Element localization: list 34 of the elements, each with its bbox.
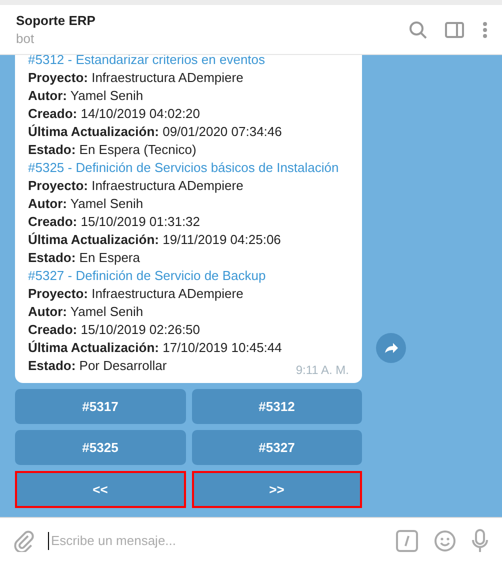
more-icon[interactable] [482,20,488,38]
keyboard-button[interactable]: #5317 [15,389,186,424]
ticket-field: Proyecto: Infraestructura ADempiere [28,69,244,87]
ticket-field: Autor: Yamel Senih [28,195,144,213]
keyboard-button[interactable]: >> [192,471,362,508]
search-icon[interactable] [409,20,427,38]
sidebar-toggle-icon[interactable] [445,22,464,38]
ticket-field: Estado: Por Desarrollar [28,357,167,375]
ticket-link[interactable]: #5327 - Definición de Servicio de Backup [28,267,349,285]
ticket-field: Proyecto: Infraestructura ADempiere [28,177,244,195]
ticket-field: Última Actualización: 17/10/2019 10:45:44 [28,339,282,357]
ticket-field: Estado: En Espera (Tecnico) [28,141,196,159]
ticket-field: Estado: En Espera [28,249,140,267]
ticket-field: Última Actualización: 19/11/2019 04:25:06 [28,231,281,249]
ticket-link[interactable]: #5325 - Definición de Servicios básicos de Instalación [28,159,349,177]
ticket-field: Creado: 15/10/2019 02:26:50 [28,321,200,339]
chat-subtitle: bot [16,31,36,46]
ticket-field: Creado: 15/10/2019 01:31:32 [28,213,200,231]
keyboard-button[interactable]: #5312 [192,389,362,424]
chat-title: Soporte ERP [16,13,96,28]
share-icon[interactable] [376,333,406,363]
keyboard-button[interactable]: << [15,471,186,508]
microphone-icon[interactable] [472,528,488,552]
message-time: 9:11 A. M. [296,362,349,379]
emoji-icon[interactable] [434,530,456,552]
keyboard-button[interactable]: #5327 [192,430,362,465]
ticket-field: Autor: Yamel Senih [28,303,144,321]
ticket-field: Última Actualización: 09/01/2020 07:34:46 [28,123,282,141]
ticket-field: Creado: 14/10/2019 04:02:20 [28,105,200,123]
attach-icon[interactable] [14,530,34,552]
command-icon[interactable] [396,530,418,552]
keyboard-button[interactable]: #5325 [15,430,186,465]
ticket-field: Proyecto: Infraestructura ADempiere [28,285,244,303]
ticket-field: Autor: Yamel Senih [28,87,144,105]
